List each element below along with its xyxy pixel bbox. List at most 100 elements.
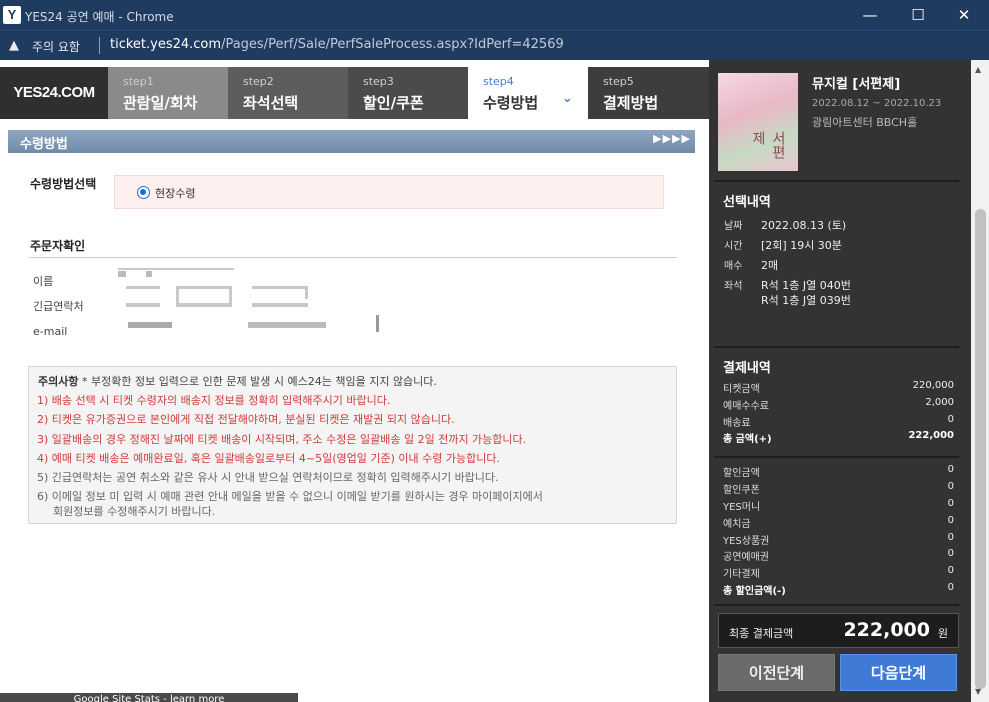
show-title: 뮤지컬 [서편제]	[812, 77, 901, 92]
page-content: YES24.COM step1 관람일/회차 step2 좌석선택 step3 …	[0, 60, 989, 702]
notice-line: 3) 일괄배송의 경우 정해진 날짜에 티켓 배송이 시작되며, 주소 수정은 …	[37, 433, 527, 446]
arrow-right-icons: ▶▶▶▶	[653, 132, 691, 145]
discount-row-label: 할인금액	[723, 468, 760, 479]
prev-step-button[interactable]: 이전단계	[718, 654, 835, 691]
url-host: ticket.yes24.com	[110, 37, 222, 52]
discount-row-value: 0	[947, 464, 954, 475]
discount-row-label: 예치금	[723, 519, 751, 530]
url-text[interactable]: ticket.yes24.com/Pages/Perf/Sale/PerfSal…	[110, 37, 564, 52]
seat-label: 좌석	[724, 281, 743, 292]
scroll-up-icon[interactable]: ▲	[975, 65, 981, 74]
show-venue: 광림아트센터 BBCH홀	[812, 116, 918, 129]
discount-row-value: 0	[947, 565, 954, 576]
date-value: 2022.08.13 (토)	[761, 219, 847, 232]
step-tab-2[interactable]: step2 좌석선택	[228, 67, 348, 119]
order-summary-panel: 서편제 뮤지컬 [서편제] 2022.08.12 ~ 2022.10.23 광림…	[709, 60, 971, 702]
maximize-button[interactable]: ☐	[898, 3, 938, 27]
notice-line: 1) 배송 선택 시 티켓 수령자의 배송지 정보를 정확히 입력해주시기 바랍…	[37, 394, 391, 407]
discount-row-value: 0	[947, 582, 954, 593]
notice-line: 4) 예매 티켓 배송은 예매완료일, 혹은 일괄배송일로부터 4~5일(영업일…	[37, 452, 500, 465]
security-warning-label[interactable]: 주의 요함	[32, 38, 80, 55]
status-tooltip: Google Site Stats - learn more	[0, 693, 298, 702]
step-label: 관람일/회차	[123, 94, 198, 112]
payment-row-label: 티켓금액	[723, 384, 760, 395]
show-poster: 서편제	[718, 73, 798, 171]
discount-row-value: 0	[947, 548, 954, 559]
show-period: 2022.08.12 ~ 2022.10.23	[812, 98, 942, 109]
discount-row-label: 총 할인금액(-)	[723, 586, 786, 597]
seat-value-2: R석 1층 J열 039번	[761, 294, 851, 307]
discount-row-label: 공연예매권	[723, 552, 769, 563]
yes24-app-icon: Y	[3, 6, 21, 24]
payment-row-value: 222,000	[908, 430, 954, 441]
section-title: 수령방법	[20, 137, 68, 152]
email-label: e-mail	[33, 325, 68, 338]
discount-row-label: YES머니	[723, 502, 761, 513]
count-value: 2매	[761, 259, 779, 272]
discount-row-label: 할인쿠폰	[723, 485, 760, 496]
step-number: step3	[363, 75, 394, 88]
payment-row-value: 2,000	[925, 397, 954, 408]
panel-divider	[714, 604, 959, 606]
panel-divider	[714, 456, 959, 458]
step-number: step4	[483, 75, 514, 88]
method-options-box: 현장수령	[114, 175, 664, 209]
payment-heading: 결제내역	[723, 361, 771, 376]
step-number: step5	[603, 75, 634, 88]
url-path: /Pages/Perf/Sale/PerfSaleProcess.aspx?Id…	[221, 37, 564, 52]
scroll-down-icon[interactable]: ▼	[975, 687, 981, 696]
notice-line: 회원정보를 수정해주시기 바랍니다.	[53, 505, 216, 518]
count-label: 매수	[724, 261, 743, 272]
notice-box: 주의사항 * 부정확한 정보 입력으로 인한 문제 발생 시 예스24는 책임을…	[28, 366, 677, 524]
panel-divider	[714, 180, 959, 182]
notice-line: 2) 티켓은 유가증권으로 본인에게 직접 전달해야하며, 분실된 티켓은 재발…	[37, 413, 455, 426]
step-label: 좌석선택	[243, 94, 299, 112]
step-number: step2	[243, 75, 274, 88]
scrollbar-thumb[interactable]	[975, 209, 986, 689]
section-header: 수령방법 ▶▶▶▶	[8, 130, 695, 153]
discount-row-value: 0	[947, 498, 954, 509]
notice-title-text: * 부정확한 정보 입력으로 인한 문제 발생 시 예스24는 책임을 지지 않…	[78, 375, 437, 388]
final-amount-box: 최종 결제금액 222,000 원	[718, 613, 959, 648]
method-heading: 수령방법선택	[30, 177, 97, 191]
notice-title-label: 주의사항	[38, 375, 79, 388]
step-tab-3[interactable]: step3 할인/쿠폰	[348, 67, 468, 119]
warning-icon[interactable]: ▲	[9, 38, 19, 53]
orderer-divider	[28, 257, 677, 258]
close-button[interactable]: ✕	[944, 3, 984, 27]
payment-row-value: 0	[947, 414, 954, 425]
step-navigation: YES24.COM step1 관람일/회차 step2 좌석선택 step3 …	[0, 67, 709, 119]
yes24-logo[interactable]: YES24.COM	[0, 67, 108, 119]
payment-row-label: 총 금액(+)	[723, 434, 772, 445]
discount-row-label: 기타결제	[723, 569, 760, 580]
payment-row-label: 예매수수료	[723, 401, 769, 412]
minimize-button[interactable]: —	[850, 3, 890, 27]
window-title: YES24 공연 예매 - Chrome	[25, 10, 174, 24]
notice-line: 5) 긴급연락처는 공연 취소와 같은 유사 시 안내 받으실 연락처이므로 정…	[37, 471, 499, 484]
time-value: [2회] 19시 30분	[761, 239, 842, 252]
pickup-radio-label[interactable]: 현장수령	[155, 185, 195, 201]
poster-title: 서편제	[750, 131, 786, 159]
notice-title: 주의사항 * 부정확한 정보 입력으로 인한 문제 발생 시 예스24는 책임을…	[38, 373, 437, 389]
step-tab-5[interactable]: step5 결제방법	[588, 67, 708, 119]
vertical-scrollbar[interactable]: ▲ ▼	[971, 60, 989, 702]
step-label: 수령방법	[483, 94, 539, 112]
step-label: 결제방법	[603, 94, 659, 112]
next-step-button[interactable]: 다음단계	[840, 654, 957, 691]
step-tab-4-active[interactable]: step4 수령방법 ⌄	[468, 67, 588, 119]
phone-label: 긴급연락처	[33, 300, 84, 313]
notice-line: 6) 이메일 정보 미 입력 시 예매 관련 안내 메일을 받을 수 없으니 이…	[37, 490, 543, 503]
payment-row-label: 배송료	[723, 418, 751, 429]
chevron-down-icon: ⌄	[562, 91, 573, 106]
window-titlebar: Y YES24 공연 예매 - Chrome — ☐ ✕	[0, 0, 989, 30]
final-amount-unit: 원	[937, 627, 948, 640]
final-amount-label: 최종 결제금액	[729, 627, 794, 640]
address-bar[interactable]: ▲ 주의 요함 ticket.yes24.com/Pages/Perf/Sale…	[0, 30, 989, 60]
panel-divider	[714, 346, 959, 348]
discount-row-label: YES상품권	[723, 536, 770, 547]
pickup-radio[interactable]	[137, 186, 150, 199]
selection-heading: 선택내역	[723, 195, 771, 210]
discount-row-value: 0	[947, 515, 954, 526]
date-label: 날짜	[724, 221, 743, 232]
step-tab-1[interactable]: step1 관람일/회차	[108, 67, 228, 119]
